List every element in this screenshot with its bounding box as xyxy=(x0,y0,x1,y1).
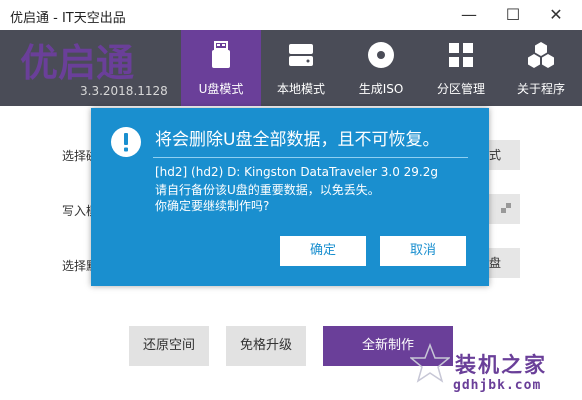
watermark-text: 装机之家 xyxy=(455,352,547,377)
window-title: 优启通 - IT天空出品 xyxy=(10,11,126,26)
settings-button[interactable] xyxy=(489,194,520,224)
app-logo: 优启通 xyxy=(20,41,170,85)
tab-label: U盘模式 xyxy=(198,82,244,96)
minimize-button[interactable]: — xyxy=(446,0,492,30)
backup-hint: 请自行备份该U盘的重要数据，以免丢失。 xyxy=(155,183,380,197)
watermark-star-icon xyxy=(408,342,452,383)
disc-icon xyxy=(366,40,396,70)
confirm-question: 你确定要继续制作吗? xyxy=(155,199,270,213)
watermark-url: gdhjbk.com xyxy=(453,378,542,393)
hard-disk-icon xyxy=(286,40,316,70)
tab-label: 分区管理 xyxy=(436,82,485,96)
cancel-button[interactable]: 取消 xyxy=(380,236,466,266)
restore-space-button[interactable]: 还原空间 xyxy=(129,326,209,366)
tab-label: 本地模式 xyxy=(276,82,325,96)
tab-local-mode[interactable]: 本地模式 xyxy=(261,30,341,106)
tab-usb-mode[interactable]: U盘模式 xyxy=(181,30,261,106)
ok-button[interactable]: 确定 xyxy=(280,236,366,266)
tab-generate-iso[interactable]: 生成ISO xyxy=(341,30,421,106)
exclamation-icon xyxy=(110,126,142,158)
usb-drive-icon xyxy=(206,40,236,70)
dialog-divider xyxy=(153,157,468,158)
hexagons-icon xyxy=(526,40,556,70)
dialog-title: 将会删除U盘全部数据，且不可恢复。 xyxy=(155,130,440,150)
upgrade-button[interactable]: 免格升级 xyxy=(226,326,306,366)
tab-about[interactable]: 关于程序 xyxy=(501,30,581,106)
grid-icon xyxy=(446,40,476,70)
tab-label: 关于程序 xyxy=(516,82,565,96)
close-button[interactable]: ✕ xyxy=(533,0,579,30)
disk-select-button[interactable]: 盘 xyxy=(489,248,520,278)
svg-text:优启通: 优启通 xyxy=(20,42,134,82)
maximize-button[interactable]: ☐ xyxy=(490,0,536,30)
version-label: 3.3.2018.1128 xyxy=(80,84,168,98)
tab-label: 生成ISO xyxy=(358,82,404,96)
device-info: [hd2] (hd2) D: Kingston DataTraveler 3.0… xyxy=(155,165,439,179)
mode-select-button[interactable]: 式 xyxy=(489,140,520,170)
tab-partition[interactable]: 分区管理 xyxy=(421,30,501,106)
expand-icon xyxy=(501,203,511,213)
